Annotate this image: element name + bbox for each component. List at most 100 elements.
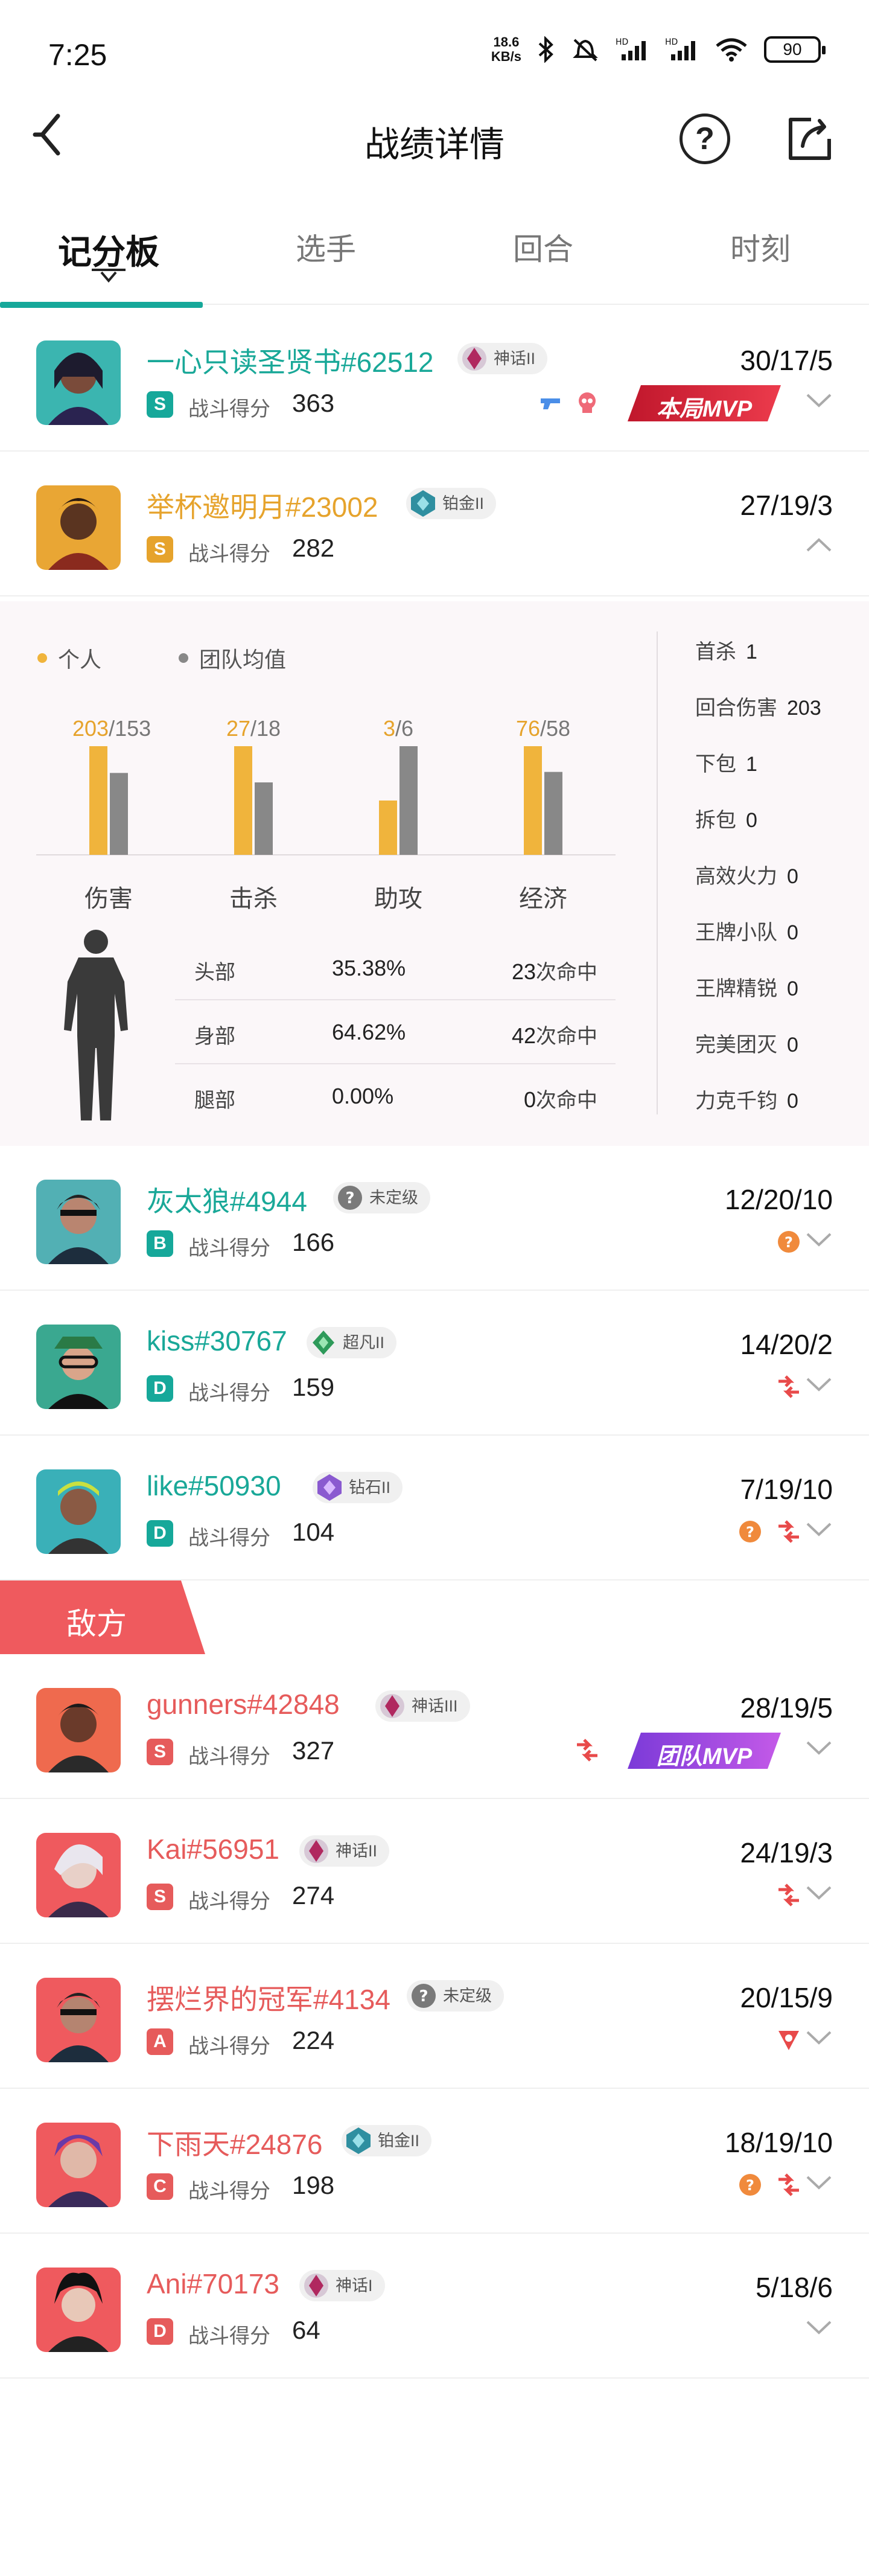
side-stat: 王牌精锐 0 <box>695 977 798 1000</box>
bar-team-avg <box>544 772 562 855</box>
bar-value-label: 3/6 <box>383 716 414 741</box>
header: 战绩详情 ? <box>0 91 869 181</box>
player-name[interactable]: 一心只读圣贤书#62512 <box>147 340 434 380</box>
kda: 14/20/2 <box>740 1329 833 1360</box>
chevron-down-icon[interactable] <box>805 1884 833 1902</box>
bar-value-label: 203/153 <box>72 716 151 741</box>
team-player-row-expanded[interactable]: 举杯邀明月#23002 铂金II S 战斗得分 282 27/19/3 <box>0 452 869 596</box>
grade-badge: S <box>147 391 173 418</box>
tab-players[interactable]: 选手 <box>217 225 434 269</box>
signal-2-icon: HD <box>665 37 695 60</box>
tab-active-chevron-icon <box>92 269 126 283</box>
kda: 12/20/10 <box>724 1184 833 1215</box>
agent-avatar <box>36 340 121 425</box>
bar-team-avg <box>399 746 418 855</box>
agent-avatar <box>36 1325 121 1409</box>
player-name[interactable]: gunners#42848 <box>147 1688 340 1721</box>
status-bar: 7:25 18.6 KB/s HD HD 90 <box>0 0 869 91</box>
player-name[interactable]: 灰太狼#4944 <box>147 1180 307 1219</box>
side-stat: 首杀 1 <box>695 641 757 663</box>
rank-unranked-icon: ? <box>412 1984 436 2008</box>
grade-badge: S <box>147 536 173 563</box>
rank-badge: ? 未定级 <box>407 1980 504 2012</box>
share-icon[interactable] <box>785 113 835 164</box>
trade-kill-icon <box>778 1520 799 1543</box>
chevron-down-icon[interactable] <box>805 1739 833 1757</box>
grade-badge: B <box>147 1230 173 1257</box>
rank-badge: 钻石II <box>313 1472 403 1503</box>
player-name[interactable]: Ani#70173 <box>147 2268 279 2300</box>
rank-platinum-icon <box>346 2127 371 2154</box>
agent-avatar <box>36 1688 121 1772</box>
tab-scoreboard[interactable]: 记分板 <box>0 225 217 274</box>
trade-kill-icon <box>778 1375 799 1398</box>
kda: 7/19/10 <box>740 1474 833 1505</box>
tab-rounds[interactable]: 回合 <box>434 225 652 269</box>
score-value: 363 <box>292 389 335 417</box>
bar-category-label: 助攻 <box>374 886 422 912</box>
hit-row-legs: 腿部 0.00% 0次命中 <box>194 1084 597 1112</box>
ace-icon <box>778 2031 799 2050</box>
player-name[interactable]: like#50930 <box>147 1469 281 1502</box>
chevron-down-icon[interactable] <box>805 1375 833 1393</box>
bar-value-label: 76/58 <box>515 716 571 741</box>
help-icon[interactable]: ? <box>680 113 730 164</box>
hit-row-head: 头部 35.38% 23次命中 <box>175 936 616 1000</box>
signal-1-icon: HD <box>616 37 646 60</box>
tab-moments[interactable]: 时刻 <box>652 225 869 269</box>
kda: 28/19/5 <box>740 1692 833 1724</box>
rank-mythic-icon <box>304 1839 328 1863</box>
body-silhouette-icon <box>64 930 128 1120</box>
agent-avatar <box>36 1469 121 1554</box>
score-value: 198 <box>292 2171 335 2199</box>
chevron-down-icon[interactable] <box>805 2318 833 2336</box>
enemy-player-row[interactable]: 下雨天#24876 铂金II C 战斗得分 198 18/19/10 ? <box>0 2089 869 2234</box>
enemy-player-row[interactable]: 摆烂界的冠军#4134 ? 未定级 A 战斗得分 224 20/15/9 <box>0 1944 869 2089</box>
chevron-down-icon[interactable] <box>805 2028 833 2047</box>
legend-team-avg: 团队均值 <box>179 642 286 674</box>
rank-badge: 铂金II <box>342 2125 432 2156</box>
player-name[interactable]: 举杯邀明月#23002 <box>147 485 378 525</box>
agent-avatar <box>36 1180 121 1264</box>
mute-icon <box>573 39 598 62</box>
chevron-down-icon[interactable] <box>805 1520 833 1538</box>
team-mvp-badge: 团队MVP <box>628 1729 781 1772</box>
player-name[interactable]: 摆烂界的冠军#4134 <box>147 1978 390 2018</box>
player-name[interactable]: 下雨天#24876 <box>147 2123 323 2162</box>
rank-badge: 超凡II <box>307 1327 397 1358</box>
status-icons: 18.6 KB/s HD HD 90 <box>491 35 826 64</box>
kda: 5/18/6 <box>756 2272 833 2303</box>
enemy-player-row[interactable]: gunners#42848 神话III S 战斗得分 327 28/19/5 团… <box>0 1654 869 1799</box>
grade-badge: S <box>147 1739 173 1765</box>
svg-text:?: ? <box>785 1234 793 1251</box>
side-stat: 王牌小队 0 <box>695 921 798 944</box>
side-stat: 力克千钧 0 <box>695 1090 798 1113</box>
grade-badge: S <box>147 1884 173 1910</box>
weapon-icon <box>541 398 560 409</box>
chevron-down-icon[interactable] <box>805 1230 833 1248</box>
team-player-row[interactable]: 灰太狼#4944 ? 未定级 B 战斗得分 166 12/20/10 ? <box>0 1146 869 1291</box>
chevron-down-icon[interactable] <box>805 391 833 409</box>
enemy-player-row[interactable]: Kai#56951 神话II S 战斗得分 274 24/19/3 <box>0 1799 869 1944</box>
kda: 18/19/10 <box>724 2127 833 2158</box>
team-player-row[interactable]: 一心只读圣贤书#62512 神话II S 战斗得分 363 30/17/5 本局… <box>0 307 869 452</box>
score-value: 166 <box>292 1228 335 1256</box>
enemy-player-row[interactable]: Ani#70173 神话I D 战斗得分 64 5/18/6 <box>0 2234 869 2379</box>
clutch-icon: ? <box>778 1231 800 1253</box>
side-stat: 完美团灭 0 <box>695 1034 798 1056</box>
bar-team-avg <box>110 773 128 855</box>
score-label: 战斗得分 <box>188 2180 270 2203</box>
rank-mythic-icon <box>380 1694 404 1718</box>
team-player-row[interactable]: kiss#30767 超凡II D 战斗得分 159 14/20/2 <box>0 1291 869 1436</box>
grade-badge: D <box>147 1375 173 1402</box>
player-name[interactable]: Kai#56951 <box>147 1833 279 1865</box>
rank-badge: 神话III <box>375 1690 470 1722</box>
svg-text:?: ? <box>746 2177 754 2194</box>
player-name[interactable]: kiss#30767 <box>147 1325 287 1357</box>
svg-text:?: ? <box>345 1189 354 1207</box>
chevron-up-icon[interactable] <box>805 536 833 554</box>
grade-badge: A <box>147 2028 173 2055</box>
chevron-down-icon[interactable] <box>805 2173 833 2191</box>
score-label: 战斗得分 <box>188 1382 270 1405</box>
team-player-row[interactable]: like#50930 钻石II D 战斗得分 104 7/19/10 ? <box>0 1436 869 1580</box>
